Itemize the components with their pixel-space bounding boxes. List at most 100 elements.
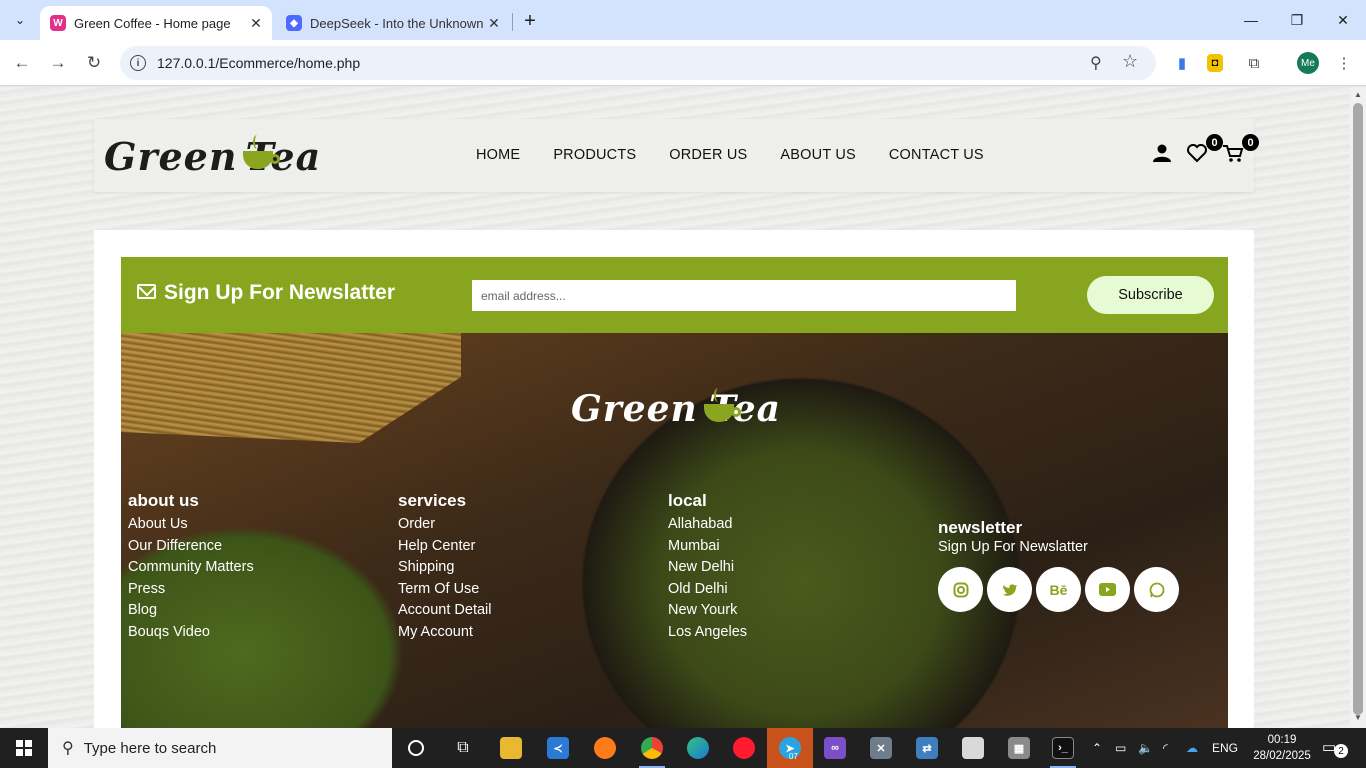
visual-studio-icon[interactable]: ∞ — [812, 728, 858, 768]
opera-icon[interactable] — [721, 728, 767, 768]
wishlist-count-badge: 0 — [1206, 134, 1223, 151]
browser-tab-strip: ⌄ W Green Coffee - Home page ✕ ◆ DeepSee… — [0, 0, 1366, 40]
footer-link[interactable]: Community Matters — [128, 557, 254, 579]
nav-products[interactable]: PRODUCTS — [553, 147, 636, 163]
address-bar[interactable]: i 127.0.0.1/Ecommerce/home.php ⚲ ☆ — [120, 46, 1156, 80]
reload-button[interactable]: ↻ — [80, 49, 108, 77]
page-viewport: Green Tea HOME PRODUCTS ORDER US ABOUT U… — [0, 87, 1350, 728]
close-window-button[interactable]: ✕ — [1320, 0, 1366, 40]
footer-link[interactable]: Account Detail — [398, 600, 492, 622]
extensions-puzzle-icon[interactable]: ⧉ — [1243, 52, 1265, 74]
new-tab-button[interactable]: + — [518, 9, 542, 33]
page-scrollbar[interactable]: ▲ ▼ — [1350, 87, 1366, 728]
cortana-icon[interactable] — [393, 728, 439, 768]
footer-link[interactable]: Mumbai — [668, 536, 747, 558]
close-tab-icon[interactable]: ✕ — [484, 13, 504, 33]
footer-link[interactable]: Los Angeles — [668, 622, 747, 644]
twitter-icon[interactable] — [987, 567, 1032, 612]
whatsapp-icon[interactable] — [1134, 567, 1179, 612]
nav-home[interactable]: HOME — [476, 147, 520, 163]
behance-icon[interactable]: Bē — [1036, 567, 1081, 612]
onedrive-icon[interactable]: ☁ — [1186, 728, 1198, 768]
newsletter-email-input[interactable] — [472, 280, 1016, 311]
site-info-icon[interactable]: i — [130, 55, 146, 71]
restore-button[interactable]: ❐ — [1274, 0, 1320, 40]
footer-link[interactable]: Our Difference — [128, 536, 254, 558]
footer-link[interactable]: My Account — [398, 622, 492, 644]
footer-link[interactable]: Old Delhi — [668, 579, 747, 601]
task-view-icon[interactable]: ⧉ — [440, 728, 486, 768]
footer-logo[interactable]: Green Tea — [571, 379, 781, 439]
social-links: Bē — [938, 567, 1179, 612]
profile-avatar[interactable]: Me — [1297, 52, 1319, 74]
bookmark-star-icon[interactable]: ☆ — [1122, 51, 1138, 72]
tab-green-coffee[interactable]: W Green Coffee - Home page ✕ — [40, 6, 272, 40]
scroll-up-icon[interactable]: ▲ — [1354, 90, 1362, 99]
footer-link[interactable]: Bouqs Video — [128, 622, 254, 644]
zoom-icon[interactable]: ⚲ — [1090, 53, 1102, 73]
volume-icon[interactable]: 🔈 — [1138, 728, 1153, 768]
vscode-icon[interactable]: ≺ — [535, 728, 581, 768]
network-tool-icon[interactable]: ⇄ — [904, 728, 950, 768]
nav-order-us[interactable]: ORDER US — [669, 147, 747, 163]
main-nav: HOME PRODUCTS ORDER US ABOUT US CONTACT … — [476, 147, 984, 163]
url-text[interactable]: 127.0.0.1/Ecommerce/home.php — [157, 55, 360, 71]
calculator-icon[interactable]: ▦ — [996, 728, 1042, 768]
extension-icon[interactable]: ▮ — [1171, 52, 1193, 74]
extension-icon[interactable]: ◘ — [1207, 54, 1223, 72]
tools-icon[interactable]: ✕ — [858, 728, 904, 768]
nav-about-us[interactable]: ABOUT US — [780, 147, 855, 163]
footer-link[interactable]: Allahabad — [668, 514, 747, 536]
site-logo[interactable]: Green Tea — [104, 127, 320, 185]
terminal-icon[interactable]: ›_ — [1040, 728, 1086, 768]
user-icon[interactable] — [1152, 143, 1172, 169]
footer-link[interactable]: Order — [398, 514, 492, 536]
search-icon: ⚲ — [62, 740, 74, 757]
footer-link[interactable]: Press — [128, 579, 254, 601]
footer-heading: about us — [128, 491, 199, 510]
scroll-down-icon[interactable]: ▼ — [1354, 713, 1362, 722]
footer-link[interactable]: Shipping — [398, 557, 492, 579]
tab-title: Green Coffee - Home page — [74, 15, 231, 31]
file-explorer-icon[interactable] — [488, 728, 534, 768]
footer-link[interactable]: New Delhi — [668, 557, 747, 579]
youtube-icon[interactable] — [1085, 567, 1130, 612]
footer-newsletter-text: Sign Up For Newslatter — [938, 539, 1088, 555]
footer-link[interactable]: Help Center — [398, 536, 492, 558]
store-icon[interactable] — [950, 728, 996, 768]
subscribe-button[interactable]: Subscribe — [1087, 276, 1214, 314]
taskbar-search-placeholder: Type here to search — [83, 739, 217, 757]
windows-taskbar: ⚲ Type here to search ⧉ ≺ ➤ 07 ∞ ✕ ⇄ ▦ ›… — [0, 728, 1366, 768]
firefox-icon[interactable] — [582, 728, 628, 768]
footer-column-services: services Order Help Center Shipping Term… — [398, 491, 492, 644]
scrollbar-thumb[interactable] — [1353, 103, 1363, 715]
telegram-icon[interactable]: ➤ 07 — [767, 728, 813, 768]
minimize-button[interactable]: — — [1228, 0, 1274, 40]
footer-link[interactable]: About Us — [128, 514, 254, 536]
show-hidden-icons[interactable]: ⌃ — [1092, 728, 1102, 768]
wifi-icon[interactable]: ◜ — [1163, 728, 1168, 768]
forward-button[interactable]: → — [44, 49, 72, 77]
footer-link[interactable]: Blog — [128, 600, 254, 622]
nav-contact-us[interactable]: CONTACT US — [889, 147, 984, 163]
tab-deepseek[interactable]: ◆ DeepSeek - Into the Unknown ✕ — [276, 6, 510, 40]
instagram-icon[interactable] — [938, 567, 983, 612]
menu-kebab-icon[interactable]: ⋮ — [1333, 52, 1355, 74]
heart-icon[interactable] — [1186, 143, 1208, 169]
battery-icon[interactable]: ▭ — [1115, 728, 1126, 768]
footer-link[interactable]: Term Of Use — [398, 579, 492, 601]
close-tab-icon[interactable]: ✕ — [246, 13, 266, 33]
edge-icon[interactable] — [675, 728, 721, 768]
chrome-icon[interactable] — [629, 728, 675, 768]
notifications-icon[interactable]: ▭ 2 — [1322, 738, 1348, 758]
tab-divider — [512, 13, 513, 31]
browser-toolbar: ← → ↻ i 127.0.0.1/Ecommerce/home.php ⚲ ☆… — [0, 40, 1366, 86]
start-button[interactable] — [0, 728, 48, 768]
tab-search-button[interactable]: ⌄ — [8, 8, 32, 32]
back-button[interactable]: ← — [8, 49, 36, 77]
language-indicator[interactable]: ENG — [1212, 728, 1238, 768]
system-clock[interactable]: 00:19 28/02/2025 — [1252, 732, 1312, 764]
footer-link[interactable]: New Yourk — [668, 600, 747, 622]
cart-icon[interactable] — [1222, 143, 1244, 169]
taskbar-search[interactable]: ⚲ Type here to search — [48, 728, 392, 768]
